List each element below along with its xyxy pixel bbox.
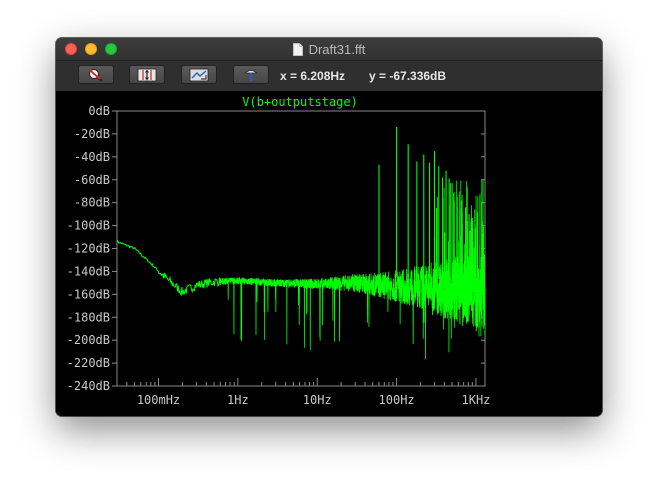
y-tick-label: -80dB	[74, 196, 110, 210]
y-tick-label: -240dB	[67, 379, 110, 393]
title-bar[interactable]: Draft31.fft	[56, 38, 602, 61]
y-tick-label: 0dB	[88, 104, 110, 118]
zoom-cancel-icon	[88, 68, 103, 82]
cursor-x-readout: x = 6.208Hz	[280, 69, 346, 83]
cursor-y-readout: y = -67.336dB	[369, 69, 447, 83]
toolbar: x = 6.208Hz y = -67.336dB	[56, 61, 602, 91]
y-tick-label: -220dB	[67, 356, 110, 370]
x-tick-label: 1Hz	[227, 393, 249, 407]
x-tick-label: 100Hz	[379, 393, 415, 407]
autorange-icon	[137, 68, 157, 81]
paint-button[interactable]	[233, 65, 269, 84]
y-tick-label: -120dB	[67, 242, 110, 256]
chart-title: V(b+outputstage)	[242, 95, 358, 109]
y-tick-label: -40dB	[74, 150, 110, 164]
autorange-y-button[interactable]	[129, 65, 165, 84]
x-tick-label: 10Hz	[303, 393, 332, 407]
plot-background	[56, 92, 602, 416]
y-tick-label: -20dB	[74, 127, 110, 141]
y-tick-label: -100dB	[67, 219, 110, 233]
plot-area[interactable]: V(b+outputstage) 0dB -20dB -40dB -60dB -80dB…	[56, 92, 602, 416]
y-tick-label: -60dB	[74, 173, 110, 187]
x-tick-label: 1KHz	[462, 393, 491, 407]
fft-plot[interactable]: V(b+outputstage) 0dB -20dB -40dB -60dB -80dB…	[56, 92, 602, 416]
zoom-out-icon	[189, 68, 209, 81]
zoom-out-button[interactable]	[181, 65, 217, 84]
y-tick-label: -140dB	[67, 264, 110, 278]
y-tick-label: -160dB	[67, 287, 110, 301]
window-title: Draft31.fft	[308, 41, 366, 57]
zoom-full-button[interactable]	[78, 65, 114, 84]
y-tick-label: -200dB	[67, 333, 110, 347]
y-tick-label: -180dB	[67, 310, 110, 324]
document-icon	[292, 42, 303, 56]
x-tick-label: 100mHz	[137, 393, 180, 407]
hammer-icon	[243, 69, 259, 81]
fft-window: Draft31.fft x = 6.208Hz y = -67.336dB V(…	[56, 38, 602, 416]
window-title-wrap: Draft31.fft	[56, 38, 602, 60]
